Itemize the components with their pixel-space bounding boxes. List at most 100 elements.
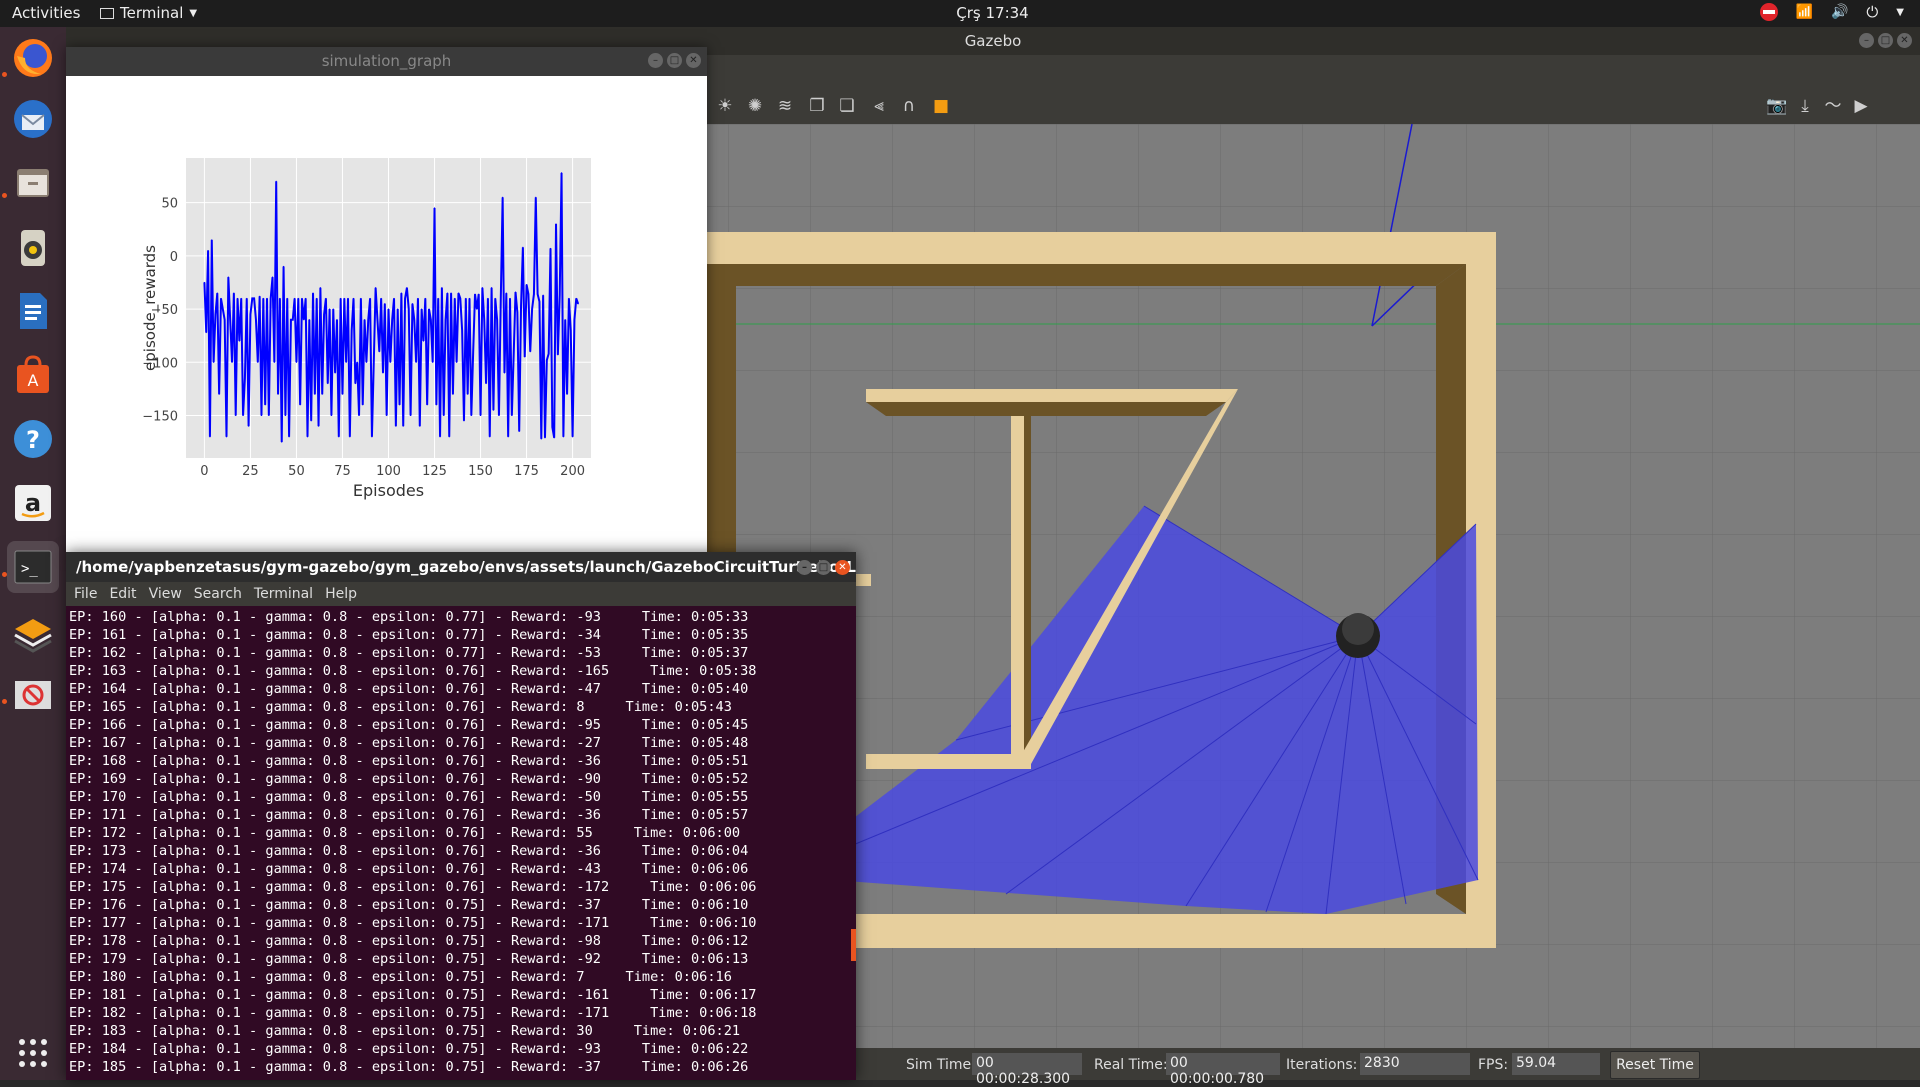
data-point [433,207,436,209]
data-point [566,393,568,395]
data-point [214,313,217,315]
reset-time-button[interactable]: Reset Time [1610,1051,1700,1079]
data-point [551,426,553,428]
close-button[interactable]: ✕ [686,53,701,68]
data-point [251,297,253,300]
snap-icon[interactable]: ∩ [898,96,920,116]
data-point [468,297,471,300]
data-point [277,393,279,395]
data-point [247,425,250,427]
data-point [336,319,338,321]
clock[interactable]: Çrş 17:34 [0,4,1920,22]
menu-file[interactable]: File [74,586,97,602]
window-controls: – □ ✕ [648,53,701,68]
data-point [518,430,520,433]
reward-chart: 0 25 50 75 100 125 150 175 200 500−50−100−150 Ep… [141,158,591,500]
maximize-button[interactable]: □ [1878,33,1893,48]
data-point [421,308,423,310]
log-icon[interactable]: ⤓ [1794,96,1816,116]
data-point [340,297,342,300]
data-point [537,293,539,295]
help-icon[interactable]: ? [7,413,59,465]
menu-view[interactable]: View [149,586,182,602]
system-icon[interactable] [7,669,59,721]
do-not-disturb-icon[interactable] [1759,3,1778,21]
close-button[interactable]: ✕ [835,560,850,575]
terminal-title: /home/yapbenzetasus/gym-gazebo/gym_gazeb… [76,558,856,576]
data-point [485,382,487,385]
copy-icon[interactable]: ❐ [806,96,828,116]
data-point [376,319,379,321]
maximize-button[interactable]: □ [816,560,831,575]
data-point [575,297,577,300]
data-point [452,393,454,395]
data-point [305,297,307,300]
data-point [494,297,496,300]
data-point [498,414,500,417]
rhythmbox-icon[interactable] [7,222,59,274]
data-point [573,319,576,321]
data-point [375,287,377,289]
writer-icon[interactable] [7,285,59,337]
data-point [255,319,257,321]
menu-help[interactable]: Help [325,586,357,602]
data-point [492,409,495,411]
data-point [465,297,467,300]
align-icon[interactable]: ⫷ [868,96,890,116]
maximize-button[interactable]: □ [667,53,682,68]
terminal-line: EP: 167 - [alpha: 0.1 - gamma: 0.8 - eps… [69,735,749,751]
x-axis-label: Episodes [353,481,424,500]
menu-terminal[interactable]: Terminal [254,586,313,602]
y-tick-label: 50 [161,197,178,212]
terminal-output[interactable]: EP: 160 - [alpha: 0.1 - gamma: 0.8 - eps… [69,608,849,1076]
thunderbird-icon[interactable] [7,93,59,145]
data-point [540,438,542,440]
x-tick-label: 50 [288,464,305,479]
data-point [490,287,493,289]
files-icon[interactable] [7,157,59,209]
show-applications-icon[interactable] [7,1027,59,1079]
data-point [367,319,369,321]
data-point [292,319,294,321]
terminal-line: EP: 176 - [alpha: 0.1 - gamma: 0.8 - eps… [69,897,749,913]
data-point [395,425,397,427]
menu-search[interactable]: Search [194,586,242,602]
point-light-icon[interactable]: ✺ [744,96,766,116]
data-point [266,297,268,300]
x-tick-label: 175 [514,464,539,479]
terminal-scrollbar[interactable] [851,929,856,961]
minimize-button[interactable]: – [648,53,663,68]
data-point [347,297,349,300]
plot-icon[interactable]: 〜 [1822,96,1844,116]
3d-viewport[interactable] [706,124,1920,1048]
software-center-icon[interactable]: A [7,349,59,401]
data-point [330,414,333,417]
video-record-icon[interactable]: ▶ [1850,96,1872,116]
screenshot-icon[interactable]: 📷 [1766,96,1788,116]
minimize-button[interactable]: – [797,560,812,575]
data-point [238,340,240,342]
data-point [404,297,406,300]
data-point [413,319,415,321]
data-point [352,297,355,300]
data-point [312,292,314,294]
sun-light-icon[interactable]: ☀ [714,96,736,116]
data-point [303,319,305,321]
data-point [264,404,266,406]
spot-light-icon[interactable]: ≋ [774,96,796,116]
gazebo-icon[interactable] [7,605,59,657]
data-point [549,247,552,250]
data-point [259,295,261,297]
data-point [535,196,537,198]
terminal-icon[interactable]: >_ [7,541,59,593]
minimize-button[interactable]: – [1859,33,1874,48]
firefox-icon[interactable] [7,32,59,84]
data-point [406,287,408,289]
terminal-line: EP: 163 - [alpha: 0.1 - gamma: 0.8 - eps… [69,663,757,679]
change-view-icon[interactable]: ■ [930,96,952,116]
paste-icon[interactable]: ❏ [836,96,858,116]
amazon-icon[interactable]: a [7,477,59,529]
system-tray[interactable]: 📶 🔊 ⏻ ▼ [1759,3,1904,21]
menu-edit[interactable]: Edit [109,586,136,602]
close-button[interactable]: ✕ [1897,33,1912,48]
